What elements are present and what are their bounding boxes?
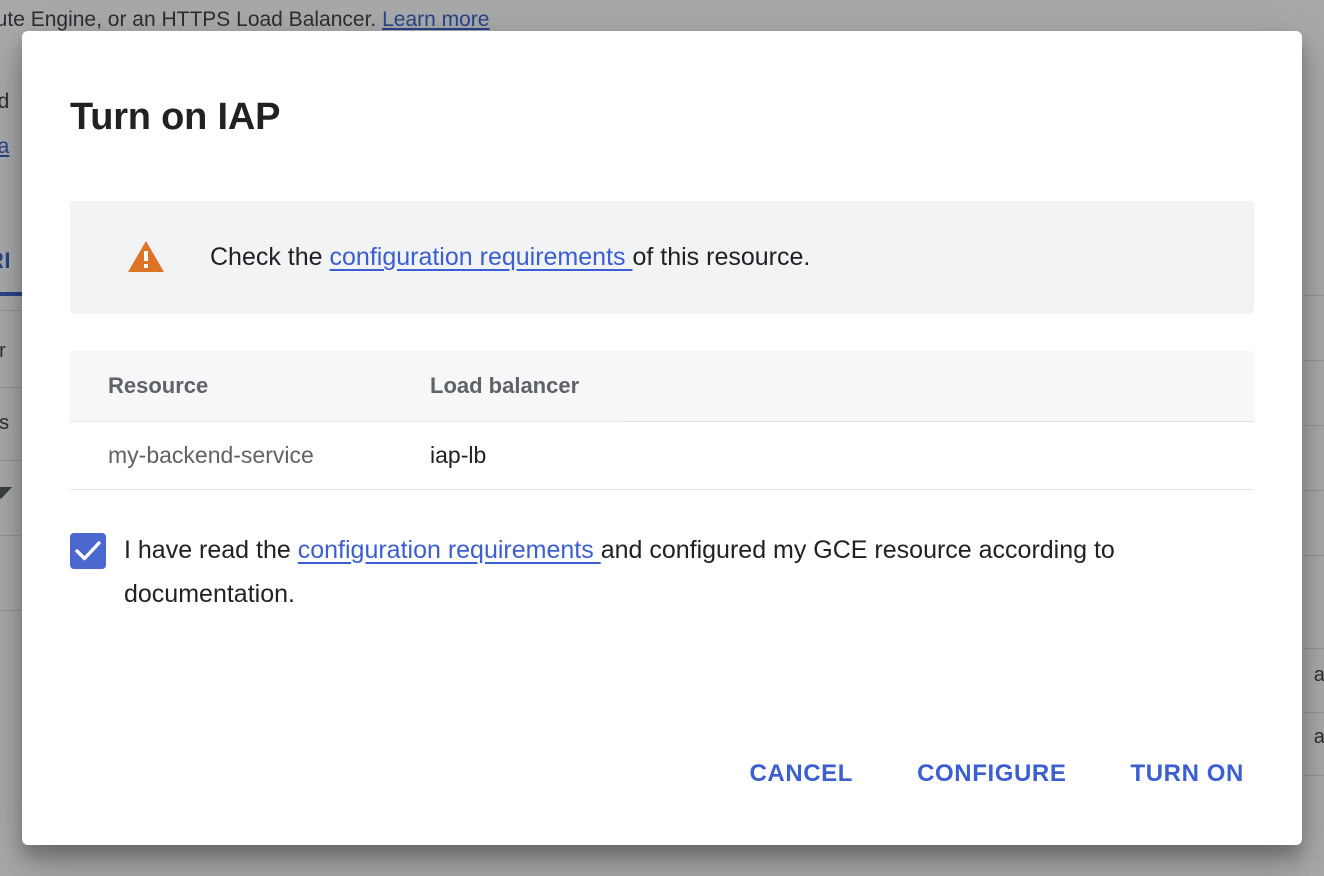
configuration-requirements-link[interactable]: configuration requirements bbox=[298, 536, 601, 564]
configure-button[interactable]: CONFIGURE bbox=[903, 750, 1080, 798]
warning-text-prefix: Check the bbox=[210, 243, 330, 272]
dialog-title: Turn on IAP bbox=[70, 96, 281, 138]
cell-resource: my-backend-service bbox=[70, 421, 392, 490]
cell-load-balancer: iap-lb bbox=[392, 421, 622, 490]
table-header-row: Resource Load balancer bbox=[70, 350, 1254, 422]
check-icon bbox=[75, 541, 101, 560]
acknowledgement-checkbox[interactable] bbox=[70, 532, 106, 569]
warning-text-suffix: of this resource. bbox=[632, 243, 811, 272]
warning-banner: Check the configuration requirements of … bbox=[70, 200, 1254, 314]
turn-on-button[interactable]: TURN ON bbox=[1116, 750, 1258, 798]
configuration-requirements-link[interactable]: configuration requirements bbox=[330, 243, 633, 271]
acknowledgement-text-prefix: I have read the bbox=[124, 535, 298, 564]
acknowledgement-row: I have read the configuration requiremen… bbox=[70, 528, 1254, 616]
table-header: Resource Load balancer bbox=[70, 350, 1254, 422]
table-row: my-backend-service iap-lb bbox=[70, 421, 1254, 490]
column-header-load-balancer: Load balancer bbox=[392, 350, 622, 422]
resource-table: Resource Load balancer my-backend-servic… bbox=[70, 350, 1254, 490]
warning-triangle-icon bbox=[128, 241, 164, 273]
turn-on-iap-dialog: Turn on IAP Check the configuration requ… bbox=[22, 31, 1302, 845]
warning-text: Check the configuration requirements of … bbox=[210, 242, 810, 272]
acknowledgement-label: I have read the configuration requiremen… bbox=[124, 528, 1254, 616]
cancel-button[interactable]: CANCEL bbox=[735, 750, 867, 798]
column-header-resource: Resource bbox=[70, 350, 392, 422]
dialog-actions: CANCEL CONFIGURE TURN ON bbox=[735, 750, 1258, 798]
table-body: my-backend-service iap-lb bbox=[70, 421, 1254, 490]
column-header-spacer bbox=[622, 350, 1254, 422]
cell-spacer bbox=[622, 421, 1254, 490]
